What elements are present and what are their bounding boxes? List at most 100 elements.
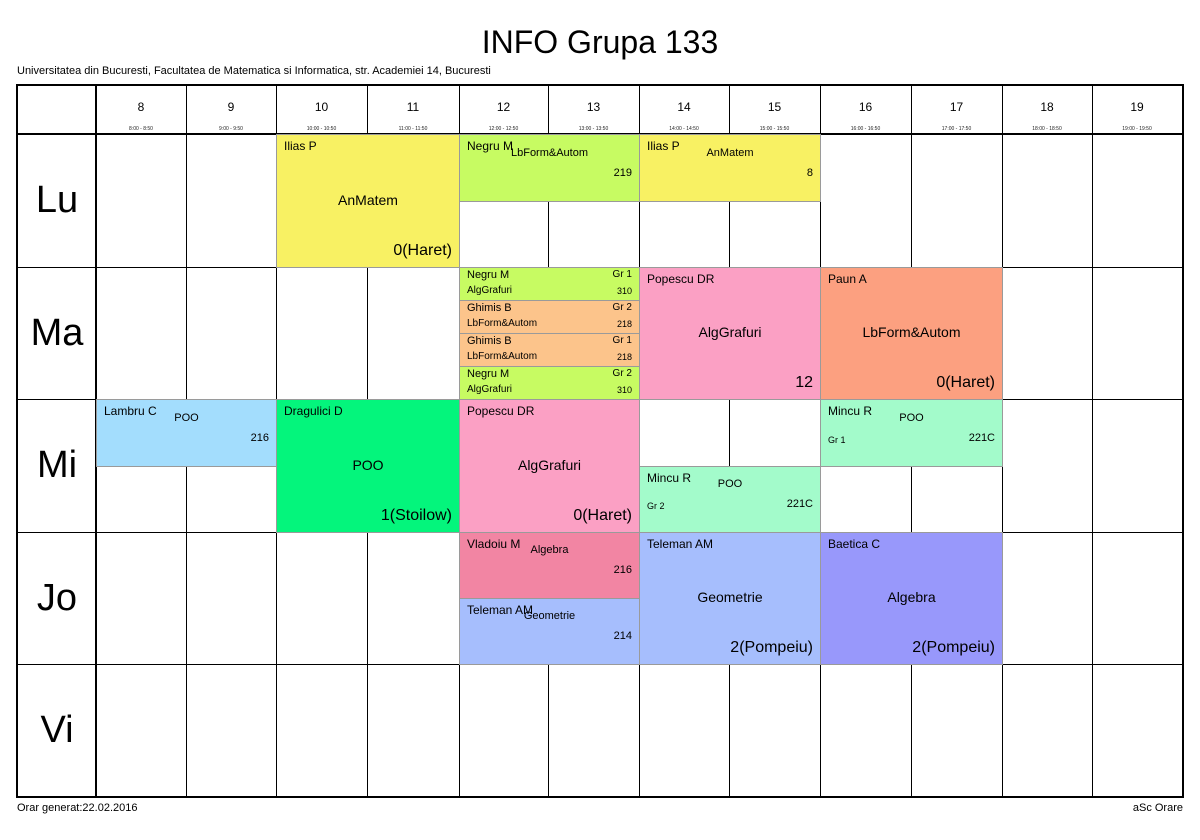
teacher-name: Popescu DR <box>467 404 535 418</box>
page-title: INFO Grupa 133 <box>481 24 719 60</box>
teacher-name: Negru M <box>467 269 510 281</box>
hour-range: 14:00 - 14:50 <box>669 126 699 132</box>
class-card[interactable]: Dragulici D POO 1(Stoilow) <box>276 399 460 533</box>
hour-label: 18 <box>1040 100 1054 114</box>
hour-range: 16:00 - 16:50 <box>850 126 881 132</box>
class-card[interactable]: Ghimis B LbForm&Autom Gr 1 218 <box>459 333 640 367</box>
hour-label: 16 <box>858 100 873 114</box>
class-card[interactable]: Negru M AlgGrafuri Gr 2 310 <box>459 366 640 400</box>
subject-name: POO <box>717 478 743 490</box>
group-label: Gr 1 <box>612 269 632 280</box>
subject-name: POO <box>899 412 924 424</box>
room-label: 0(Haret) <box>936 374 995 391</box>
class-card[interactable]: Ghimis B LbForm&Autom Gr 2 218 <box>459 300 640 334</box>
hour-label: 12 <box>496 100 511 114</box>
group-label: Gr 1 <box>612 335 632 346</box>
teacher-name: Ghimis B <box>467 302 512 314</box>
day-label: Lu <box>35 179 79 221</box>
class-card[interactable]: Lambru C POO 216 <box>96 399 277 467</box>
room-label: 310 <box>616 286 632 296</box>
class-card[interactable]: Baetica C Algebra 2(Pompeiu) <box>820 532 1003 665</box>
generated-date: Orar generat:22.02.2016 <box>17 802 138 814</box>
hour-range: 15:00 - 15:50 <box>759 126 790 132</box>
subject-name: AnMatem <box>338 192 398 208</box>
room-label: 8 <box>806 167 813 179</box>
hour-range: 18:00 - 18:50 <box>1032 126 1062 132</box>
room-label: 214 <box>613 630 632 642</box>
teacher-name: Negru M <box>467 368 510 380</box>
hour-label: 9 <box>227 100 235 114</box>
group-label: Gr 1 <box>828 435 846 445</box>
class-card[interactable]: Vladoiu M Algebra 216 <box>459 532 640 599</box>
subject-name: Geometrie <box>523 610 576 622</box>
class-card[interactable]: Mincu R POO 221C Gr 1 <box>820 399 1003 467</box>
day-label: Ma <box>30 312 84 354</box>
hour-range: 13:00 - 13:50 <box>578 126 609 132</box>
teacher-name: Ghimis B <box>467 335 512 347</box>
hour-range: 8:00 - 8:50 <box>129 126 153 132</box>
subject-name: Algebra <box>530 544 569 556</box>
room-label: 221C <box>786 498 813 510</box>
subject-name: Algebra <box>887 589 936 605</box>
subject-name: LbForm&Autom <box>862 324 961 340</box>
room-label: 2(Pompeiu) <box>730 639 813 656</box>
subject-name: AnMatem <box>706 147 754 159</box>
day-label: Mi <box>36 444 78 486</box>
class-card[interactable]: Ilias P AnMatem 0(Haret) <box>276 134 460 268</box>
room-label: 218 <box>616 319 632 329</box>
subject-name: Geometrie <box>697 589 763 605</box>
hour-range: 9:00 - 9:50 <box>219 126 243 132</box>
teacher-name: Popescu DR <box>647 272 715 286</box>
teacher-name: Paun A <box>828 272 867 286</box>
page-subtitle: Universitatea din Bucuresti, Facultatea … <box>17 65 491 77</box>
room-label: 2(Pompeiu) <box>912 639 995 656</box>
room-label: 221C <box>968 432 995 444</box>
group-label: Gr 2 <box>612 368 632 379</box>
timetable-grid: 8 8:00 - 8:50 9 9:00 - 9:50 10 10:00 - 10:50 1… <box>16 84 1184 798</box>
subject-name: LbForm&Autom <box>467 351 538 362</box>
hour-label: 19 <box>1130 100 1144 114</box>
group-label: Gr 2 <box>647 501 665 511</box>
day-label: Vi <box>40 709 74 751</box>
hour-range: 12:00 - 12:50 <box>488 126 519 132</box>
class-card[interactable]: Mincu R POO 221C Gr 2 <box>639 466 821 533</box>
hour-range: 19:00 - 19:50 <box>1122 126 1152 132</box>
subject-name: LbForm&Autom <box>467 318 538 329</box>
column-divider <box>1092 86 1093 796</box>
subject-name: AlgGrafuri <box>467 384 513 395</box>
class-card[interactable]: Teleman AM Geometrie 2(Pompeiu) <box>639 532 821 665</box>
hour-label: 14 <box>677 100 691 114</box>
room-label: 219 <box>613 167 632 179</box>
hour-label: 10 <box>314 100 329 114</box>
hour-label: 15 <box>767 100 782 114</box>
room-label: 218 <box>616 352 632 362</box>
room-label: 1(Stoilow) <box>380 507 452 524</box>
class-card[interactable]: Teleman AM Geometrie 214 <box>459 598 640 665</box>
room-label: 12 <box>795 374 813 391</box>
class-card[interactable]: Negru M LbForm&Autom 219 <box>459 134 640 202</box>
subject-name: AlgGrafuri <box>698 324 762 340</box>
day-label: Jo <box>36 577 78 619</box>
hour-label: 17 <box>949 100 964 114</box>
hour-label: 8 <box>137 100 145 114</box>
class-card[interactable]: Ilias P AnMatem 8 <box>639 134 821 202</box>
room-label: 0(Haret) <box>393 242 452 259</box>
class-card[interactable]: Negru M AlgGrafuri Gr 1 310 <box>459 267 640 301</box>
subject-name: POO <box>174 412 199 424</box>
teacher-name: Dragulici D <box>284 404 343 418</box>
teacher-name: Ilias P <box>284 139 317 153</box>
class-card[interactable]: Popescu DR AlgGrafuri 12 <box>639 267 821 400</box>
room-label: 0(Haret) <box>573 507 632 524</box>
hour-label: 13 <box>586 100 601 114</box>
hour-range: 11:00 - 11:50 <box>398 126 428 132</box>
class-card[interactable]: Paun A LbForm&Autom 0(Haret) <box>820 267 1003 400</box>
subject-name: POO <box>352 457 384 473</box>
brand-label: aSc Orare <box>1132 802 1183 814</box>
subject-name: AlgGrafuri <box>467 285 513 296</box>
subject-name: LbForm&Autom <box>510 147 589 159</box>
hour-range: 17:00 - 17:50 <box>941 126 972 132</box>
class-card[interactable]: Popescu DR AlgGrafuri 0(Haret) <box>459 399 640 533</box>
room-label: 310 <box>616 385 632 395</box>
group-label: Gr 2 <box>612 302 632 313</box>
room-label: 216 <box>250 432 269 444</box>
